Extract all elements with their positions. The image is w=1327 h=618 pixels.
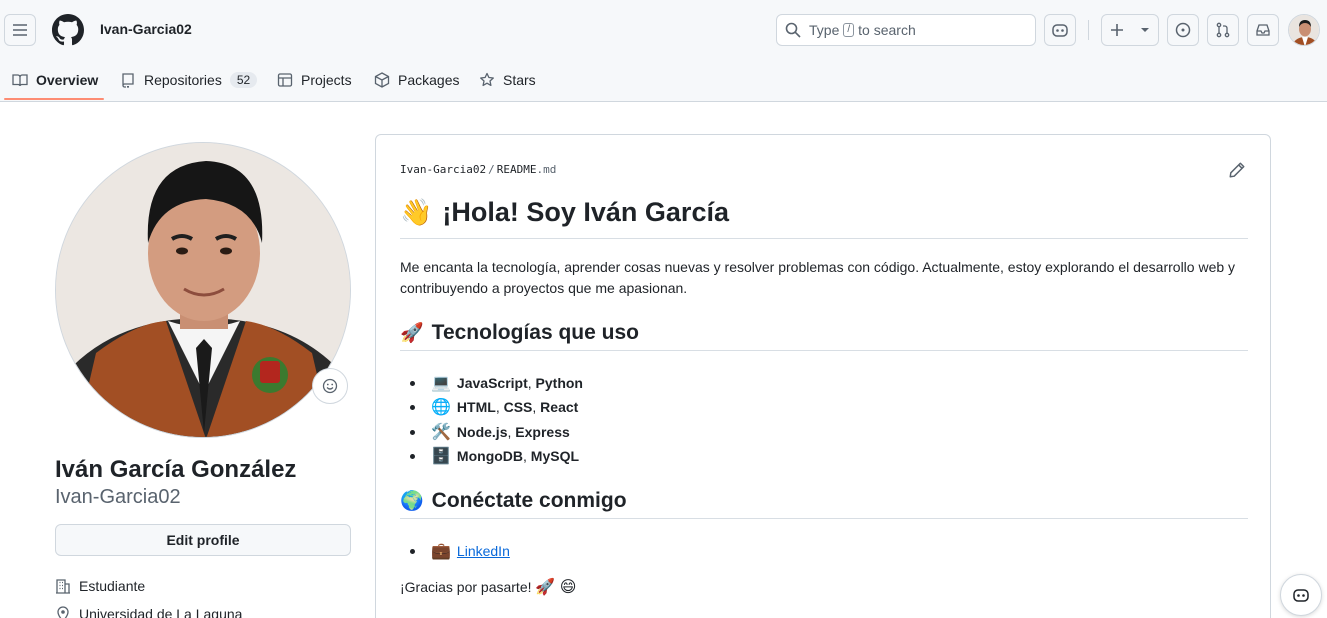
menu-button[interactable]	[4, 14, 36, 46]
rocket-emoji-icon: 🚀	[400, 323, 424, 344]
global-header: Ivan-Garcia02 Type / to search Overview	[0, 0, 1327, 102]
profile-location-text: Universidad de La Laguna	[79, 606, 243, 618]
header-owner-link[interactable]: Ivan-Garcia02	[100, 21, 192, 37]
tech-sep: ,	[523, 448, 531, 464]
profile-company: Estudiante	[55, 578, 145, 594]
profile-avatar[interactable]	[55, 142, 351, 438]
tech-item-3: 🛠️ Node.js, Express	[410, 422, 570, 442]
readme-crumb-owner[interactable]: Ivan-Garcia02	[400, 163, 486, 176]
organization-icon	[56, 579, 70, 594]
copilot-icon	[1052, 24, 1068, 37]
hamburger-icon	[13, 24, 27, 36]
profile-company-text: Estudiante	[79, 578, 146, 594]
readme-outro-text: ¡Gracias por pasarte!	[400, 579, 532, 595]
issues-button[interactable]	[1167, 14, 1199, 46]
github-logo-icon[interactable]	[52, 14, 84, 46]
readme-breadcrumb: Ivan-Garcia02/README.md	[400, 163, 556, 176]
tech-heading-text: Tecnologías que uso	[431, 321, 639, 344]
active-tab-indicator	[4, 98, 104, 100]
repositories-counter: 52	[229, 72, 258, 88]
tech-item-4: 🗄️ MongoDB, MySQL	[410, 446, 579, 466]
profile-location: Universidad de La Laguna	[55, 606, 242, 618]
tab-packages[interactable]: Packages	[366, 60, 467, 100]
table-icon	[277, 73, 293, 87]
git-pull-request-icon	[1216, 22, 1230, 38]
tech-react: React	[540, 399, 579, 415]
tab-repositories-label: Repositories	[144, 72, 222, 88]
book-icon	[12, 74, 28, 87]
tech-nodejs: Node.js	[456, 424, 508, 440]
readme-intro: Me encanta la tecnología, aprender cosas…	[400, 259, 1236, 296]
inbox-icon	[1256, 24, 1270, 36]
readme-crumb-file[interactable]: README	[497, 163, 537, 176]
create-new-button[interactable]	[1101, 14, 1159, 46]
search-placeholder-before: Type	[809, 22, 840, 38]
tech-express: Express	[515, 424, 570, 440]
rocket-smile-emoji-icon: 🚀 😄	[535, 579, 577, 596]
tech-item-1: 💻 JavaScript, Python	[410, 373, 583, 393]
pull-requests-button[interactable]	[1207, 14, 1239, 46]
profile-login: Ivan-Garcia02	[55, 486, 181, 508]
tech-css: CSS	[503, 399, 533, 415]
copilot-chat-button[interactable]	[1280, 574, 1322, 616]
readme-outro: ¡Gracias por pasarte! 🚀 😄	[400, 577, 1248, 598]
linkedin-link[interactable]: LinkedIn	[457, 543, 510, 559]
search-input[interactable]: Type / to search	[776, 14, 1036, 46]
connect-heading: 🌍 Conéctate conmigo	[400, 489, 1248, 519]
wave-emoji-icon: 👋	[400, 197, 433, 227]
search-shortcut-key: /	[843, 23, 855, 37]
readme-title-text: ¡Hola! Soy Iván García	[442, 197, 729, 227]
search-placeholder-after: to search	[858, 22, 916, 38]
edit-readme-button[interactable]	[1228, 161, 1248, 181]
laptop-emoji-icon: 💻	[431, 375, 451, 392]
inbox-button[interactable]	[1247, 14, 1279, 46]
edit-profile-button[interactable]: Edit profile	[55, 524, 351, 556]
search-icon	[785, 22, 801, 38]
chevron-down-icon	[1141, 28, 1149, 32]
tech-sep: ,	[527, 375, 536, 391]
tech-heading: 🚀 Tecnologías que uso	[400, 321, 1248, 351]
tab-stars-label: Stars	[503, 72, 536, 88]
copilot-button[interactable]	[1044, 14, 1076, 46]
tech-sep: ,	[532, 399, 541, 415]
connect-heading-text: Conéctate conmigo	[431, 489, 627, 512]
tech-sep: ,	[495, 399, 504, 415]
pencil-icon	[1229, 162, 1245, 178]
location-icon	[57, 606, 69, 618]
tab-stars[interactable]: Stars	[471, 60, 544, 100]
tech-item-2: 🌐 HTML, CSS, React	[410, 397, 578, 417]
linkedin-item: 💼 LinkedIn	[410, 541, 510, 561]
tools-emoji-icon: 🛠️	[431, 424, 451, 441]
profile-fullname: Iván García González	[55, 456, 297, 483]
database-emoji-icon: 🗄️	[431, 448, 451, 465]
readme-title: 👋 ¡Hola! Soy Iván García	[400, 197, 1248, 239]
star-icon	[480, 72, 494, 87]
copilot-icon	[1293, 589, 1309, 602]
tech-mongodb: MongoDB	[456, 448, 524, 464]
tab-projects-label: Projects	[301, 72, 352, 88]
set-status-button[interactable]	[312, 368, 348, 404]
readme-crumb-extension: .md	[536, 163, 557, 176]
repo-icon	[122, 73, 134, 88]
briefcase-emoji-icon: 💼	[431, 543, 451, 560]
tech-mysql: MySQL	[530, 448, 580, 464]
smiley-icon	[322, 378, 338, 394]
tab-overview[interactable]: Overview	[4, 60, 106, 100]
readme-crumb-separator: /	[488, 163, 495, 176]
tab-overview-label: Overview	[36, 72, 99, 88]
header-divider	[1088, 20, 1089, 40]
tab-repositories[interactable]: Repositories 52	[112, 60, 265, 100]
tab-projects[interactable]: Projects	[269, 60, 360, 100]
plus-icon	[1111, 24, 1123, 36]
tech-html: HTML	[456, 399, 496, 415]
issue-opened-icon	[1175, 22, 1191, 38]
earth-emoji-icon: 🌍	[400, 491, 424, 512]
globe-emoji-icon: 🌐	[431, 399, 451, 416]
package-icon	[374, 72, 390, 88]
profile-readme: Ivan-Garcia02/README.md 👋 ¡Hola! Soy Ivá…	[375, 134, 1271, 618]
tab-packages-label: Packages	[398, 72, 460, 88]
user-avatar-small[interactable]	[1288, 14, 1320, 46]
tech-python: Python	[535, 375, 583, 391]
tech-javascript: JavaScript	[456, 375, 528, 391]
